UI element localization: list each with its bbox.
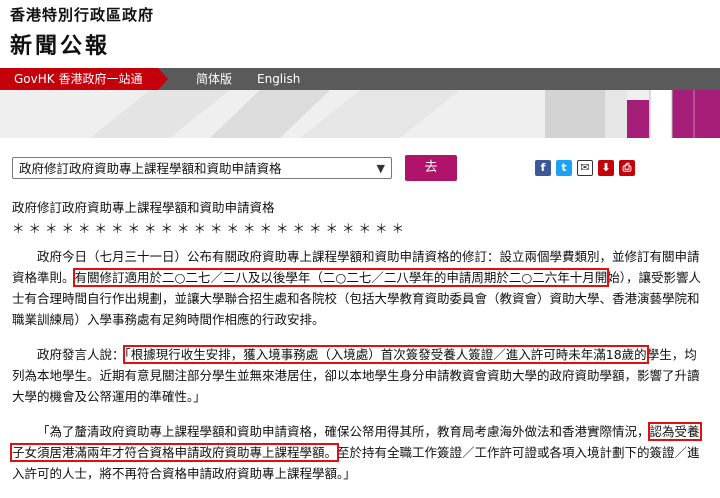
paragraph-2-highlight: 「根據現行收生安排，獲入境事務處（入境處）首次簽發受養人簽證／進入許可時未年滿1… bbox=[122, 345, 649, 364]
article-toolbar: 政府修訂政府資助專上課程學額和資助申請資格 ▼ 去 f t ✉ ⬇ ⎙ bbox=[0, 148, 720, 184]
save-icon[interactable]: ⬇ bbox=[598, 160, 614, 176]
masthead: 香港特別行政區政府 新聞公報 bbox=[0, 0, 720, 68]
paragraph-2-text-a: 政府發言人說： bbox=[37, 347, 125, 362]
decorative-banner bbox=[0, 90, 720, 138]
government-name: 香港特別行政區政府 bbox=[10, 6, 155, 24]
press-release-title[interactable]: 新聞公報 bbox=[10, 28, 110, 60]
nav-arrow-divider bbox=[158, 68, 168, 90]
paragraph-2: 政府發言人說：「根據現行收生安排，獲入境事務處（入境處）首次簽發受養人簽證／進入… bbox=[12, 344, 708, 407]
govhk-link[interactable]: GovHK 香港政府一站通 bbox=[0, 68, 158, 90]
paragraph-1-highlight: 有關修訂適用於二○二七／二八及以後學年（二○二七／二八學年的申請周期於二○二六年… bbox=[72, 268, 610, 287]
facebook-icon[interactable]: f bbox=[535, 160, 551, 176]
simplified-chinese-link[interactable]: 简体版 bbox=[196, 68, 232, 90]
headline-divider: ＊＊＊＊＊＊＊＊＊＊＊＊＊＊＊＊＊＊＊＊＊＊＊＊ bbox=[12, 221, 409, 236]
paragraph-1: 政府今日（七月三十一日）公布有關政府資助專上課程學額和資助申請資格的修訂：設立兩… bbox=[12, 246, 708, 330]
article-select[interactable]: 政府修訂政府資助專上課程學額和資助申請資格 ▼ bbox=[12, 157, 392, 179]
top-navigation-bar: GovHK 香港政府一站通 简体版 English bbox=[0, 68, 720, 90]
go-button[interactable]: 去 bbox=[405, 155, 457, 181]
paragraph-3: 「為了釐清政府資助專上課程學額和資助申請資格，確保公帑用得其所，教育局考慮海外做… bbox=[10, 421, 708, 484]
print-icon[interactable]: ⎙ bbox=[619, 160, 635, 176]
article-select-value: 政府修訂政府資助專上課程學額和資助申請資格 bbox=[19, 161, 282, 176]
banner-stripes bbox=[90, 90, 720, 138]
article-body: 政府修訂政府資助專上課程學額和資助申請資格 ＊＊＊＊＊＊＊＊＊＊＊＊＊＊＊＊＊＊… bbox=[10, 197, 708, 498]
twitter-icon[interactable]: t bbox=[556, 160, 572, 176]
chevron-down-icon: ▼ bbox=[376, 162, 385, 175]
email-icon[interactable]: ✉ bbox=[577, 160, 593, 176]
article-headline: 政府修訂政府資助專上課程學額和資助申請資格 bbox=[12, 200, 275, 215]
english-link[interactable]: English bbox=[257, 68, 300, 90]
paragraph-3-text-a: 「為了釐清政府資助專上課程學額和資助申請資格，確保公帑用得其所，教育局考慮海外做… bbox=[37, 424, 650, 439]
